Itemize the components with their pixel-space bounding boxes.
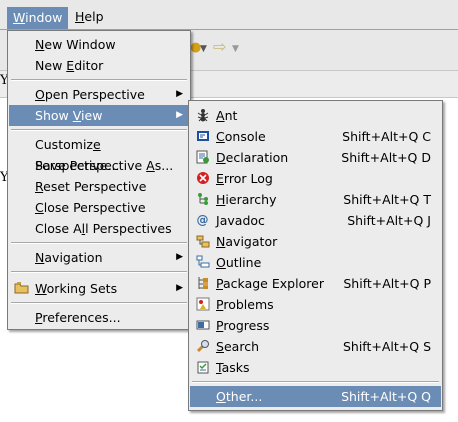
menu-item-new-window[interactable]: New Window — [9, 34, 189, 55]
menu-item-outline[interactable]: Outline — [190, 252, 441, 273]
menu-item-error-log[interactable]: Error Log — [190, 168, 441, 189]
menu-item-declaration[interactable]: Declaration Shift+Alt+Q D — [190, 147, 441, 168]
show-view-submenu: Ant Console Shift+Alt+Q C Declaration Shif… — [188, 100, 443, 411]
menu-separator — [11, 129, 187, 131]
tasks-icon — [195, 360, 210, 375]
menu-item-close-all-perspectives[interactable]: Close All Perspectives — [9, 218, 189, 239]
menu-item-search[interactable]: Search Shift+Alt+Q S — [190, 336, 441, 357]
submenu-arrow-icon: ▶ — [176, 89, 183, 99]
chevron-down-icon[interactable]: ▼ — [200, 44, 207, 54]
menu-item-tasks[interactable]: Tasks — [190, 357, 441, 378]
menu-separator — [11, 302, 187, 304]
chevron-down-icon[interactable]: ▼ — [232, 44, 239, 54]
ant-icon — [195, 108, 210, 123]
menu-item-label: Javadoc — [216, 213, 265, 228]
menu-item-label: Hierarchy — [216, 192, 277, 207]
package-explorer-icon — [195, 276, 210, 291]
menu-item-other[interactable]: Other... Shift+Alt+Q Q — [190, 386, 441, 407]
menu-item-label: New Window — [35, 37, 116, 52]
menu-item-label: Other... — [216, 389, 263, 404]
menu-item-label: Search — [216, 339, 259, 354]
menu-item-label: Open Perspective — [35, 87, 145, 102]
menu-item-progress[interactable]: Progress — [190, 315, 441, 336]
menu-item-label: Console — [216, 129, 266, 144]
menu-item-label: Reset Perspective — [35, 179, 147, 194]
menu-item-label: Window — [13, 10, 63, 25]
menu-item-javadoc[interactable]: @ Javadoc Shift+Alt+Q J — [190, 210, 441, 231]
menu-item-label: Working Sets — [35, 281, 118, 296]
menu-item-label: New Editor — [35, 58, 104, 73]
menu-item-label: Progress — [216, 318, 270, 333]
menu-item-hierarchy[interactable]: Hierarchy Shift+Alt+Q T — [190, 189, 441, 210]
menu-item-label: Error Log — [216, 171, 273, 186]
menu-item-open-perspective[interactable]: Open Perspective ▶ — [9, 84, 189, 105]
menu-separator — [11, 271, 187, 273]
menu-item-label: Help — [75, 9, 104, 24]
menu-item-label: Ant — [216, 108, 238, 123]
menu-item-problems[interactable]: Problems — [190, 294, 441, 315]
menu-item-customize-perspective[interactable]: Customize Perspective... — [9, 134, 189, 173]
problems-icon — [195, 297, 210, 312]
error-log-icon — [195, 171, 210, 186]
menu-separator — [11, 79, 187, 81]
declaration-icon — [195, 150, 210, 165]
menu-item-console[interactable]: Console Shift+Alt+Q C — [190, 126, 441, 147]
search-icon — [195, 339, 210, 354]
help-menu-button[interactable]: Help — [69, 6, 110, 28]
submenu-arrow-icon: ▶ — [176, 110, 183, 120]
menu-item-navigator[interactable]: Navigator — [190, 231, 441, 252]
submenu-arrow-icon: ▶ — [176, 283, 183, 293]
forward-arrow-icon[interactable]: ⇨ — [213, 37, 226, 56]
menu-item-new-editor[interactable]: New Editor — [9, 55, 189, 76]
hierarchy-icon — [195, 192, 210, 207]
folder-icon — [14, 281, 29, 296]
menu-item-working-sets[interactable]: Working Sets ▶ — [9, 278, 189, 299]
menu-item-label: Close Perspective — [35, 200, 146, 215]
window-menu-button[interactable]: Window — [7, 7, 69, 29]
menu-item-label: Navigation — [35, 250, 103, 265]
menu-item-label: Save Perspective As... — [35, 158, 174, 173]
outline-icon — [195, 255, 210, 270]
menu-item-label: Package Explorer — [216, 276, 324, 291]
menu-item-save-perspective-as[interactable]: Save Perspective As... — [9, 155, 189, 176]
menu-item-label: Declaration — [216, 150, 289, 165]
menu-item-close-perspective[interactable]: Close Perspective — [9, 197, 189, 218]
menu-separator — [11, 242, 187, 244]
menu-item-label: Navigator — [216, 234, 278, 249]
menu-item-label: Tasks — [216, 360, 250, 375]
menu-item-label: Outline — [216, 255, 262, 270]
menu-item-label: Problems — [216, 297, 274, 312]
menu-item-reset-perspective[interactable]: Reset Perspective — [9, 176, 189, 197]
progress-icon — [195, 318, 210, 333]
menu-item-ant[interactable]: Ant — [190, 105, 441, 126]
console-icon — [195, 129, 210, 144]
menu-item-label: Close All Perspectives — [35, 221, 172, 236]
menu-item-show-view[interactable]: Show View ▶ — [9, 105, 189, 126]
navigator-icon — [195, 234, 210, 249]
menu-bar: Window Help — [0, 0, 458, 30]
window-menu: New Window New Editor Open Perspective ▶ … — [7, 30, 191, 330]
menu-item-label: Preferences... — [35, 310, 121, 325]
menu-item-package-explorer[interactable]: Package Explorer Shift+Alt+Q P — [190, 273, 441, 294]
menu-item-label: Show View — [35, 108, 103, 123]
javadoc-icon: @ — [196, 213, 209, 227]
menu-item-preferences[interactable]: Preferences... — [9, 307, 189, 328]
menu-separator — [192, 381, 439, 383]
menu-item-navigation[interactable]: Navigation ▶ — [9, 247, 189, 268]
submenu-arrow-icon: ▶ — [176, 252, 183, 262]
